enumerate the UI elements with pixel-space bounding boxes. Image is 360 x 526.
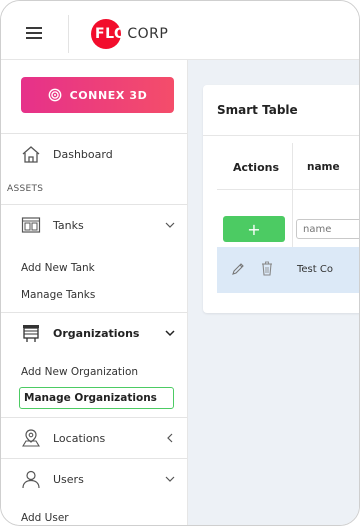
section-label-assets: ASSETS	[7, 184, 44, 194]
sidebar-subitem-add-new-tank[interactable]: Add New Tank	[21, 262, 95, 274]
sidebar-item-label: Users	[53, 473, 84, 486]
home-icon	[22, 146, 40, 163]
sidebar-item-organizations[interactable]: Organizations	[1, 313, 187, 353]
sidebar-subitem-label: Manage Organizations	[24, 392, 157, 404]
menu-icon[interactable]	[26, 27, 42, 39]
sidebar-subitem-manage-organizations[interactable]: Manage Organizations	[19, 387, 174, 409]
chevron-down-icon	[165, 476, 175, 482]
organization-icon	[23, 325, 39, 342]
logo-corp: CORP	[127, 26, 169, 42]
logo-text: FLOCORP	[95, 26, 168, 42]
sidebar: CONNEX 3D Dashboard ASSETS Tanks Add New…	[1, 60, 188, 525]
column-header-actions: Actions	[233, 161, 279, 174]
tank-icon	[21, 217, 41, 233]
table-row[interactable]: Test Co	[217, 247, 359, 293]
trash-icon[interactable]	[261, 261, 273, 276]
table-header-row: Actions name	[217, 143, 359, 189]
add-row-button[interactable]: +	[223, 216, 285, 242]
connex-label: CONNEX 3D	[69, 88, 148, 102]
name-filter-input[interactable]	[296, 219, 359, 239]
cell-name: Test Co	[297, 264, 333, 275]
sidebar-subitem-manage-tanks[interactable]: Manage Tanks	[21, 289, 95, 301]
divider	[203, 135, 359, 136]
sidebar-item-label: Tanks	[53, 219, 84, 232]
column-header-name[interactable]: name	[307, 161, 340, 173]
chevron-down-icon	[165, 222, 175, 228]
top-header: FLOCORP	[1, 1, 359, 60]
logo-flo: FLO	[95, 26, 127, 42]
chevron-left-icon	[167, 433, 173, 443]
chevron-down-icon	[165, 330, 175, 337]
sidebar-item-label: Locations	[53, 432, 106, 445]
sidebar-item-tanks[interactable]: Tanks	[1, 205, 187, 245]
location-pin-icon	[22, 429, 40, 447]
user-icon	[22, 470, 40, 489]
signal-icon	[48, 88, 61, 102]
row-divider	[217, 189, 359, 190]
smart-table-card: Smart Table Actions name + name Test Co	[203, 85, 359, 313]
header-divider	[68, 15, 69, 53]
plus-icon: +	[247, 219, 261, 239]
sidebar-item-label: Dashboard	[53, 148, 113, 161]
sidebar-item-locations[interactable]: Locations	[1, 418, 187, 458]
sidebar-subitem-add-new-organization[interactable]: Add New Organization	[21, 366, 138, 378]
sidebar-item-dashboard[interactable]: Dashboard	[1, 134, 187, 174]
sidebar-item-label: Organizations	[53, 327, 140, 340]
connex-3d-button[interactable]: CONNEX 3D	[21, 77, 174, 113]
sidebar-item-users[interactable]: Users	[1, 459, 187, 499]
main-content: Smart Table Actions name + name Test Co	[188, 60, 359, 525]
pencil-icon[interactable]	[231, 262, 245, 276]
app-frame: FLOCORP CONNEX 3D Dashboard ASSETS Tanks…	[0, 0, 360, 526]
sidebar-subitem-add-user[interactable]: Add User	[21, 512, 69, 524]
card-title: Smart Table	[217, 103, 298, 117]
